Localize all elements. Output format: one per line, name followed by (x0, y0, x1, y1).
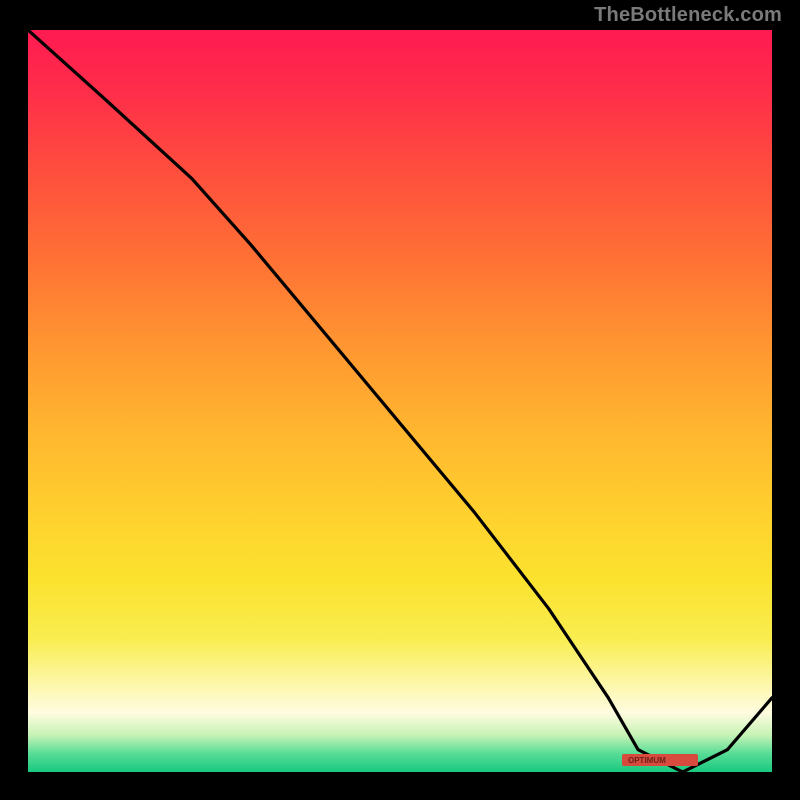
min-plateau-label: OPTIMUM (628, 756, 666, 765)
min-plateau-marker: OPTIMUM (622, 754, 698, 766)
bottleneck-curve (28, 30, 772, 772)
chart-stage: TheBottleneck.com OPTIMUM (0, 0, 800, 800)
watermark-text: TheBottleneck.com (594, 4, 782, 27)
chart-overlay: OPTIMUM (28, 30, 772, 772)
